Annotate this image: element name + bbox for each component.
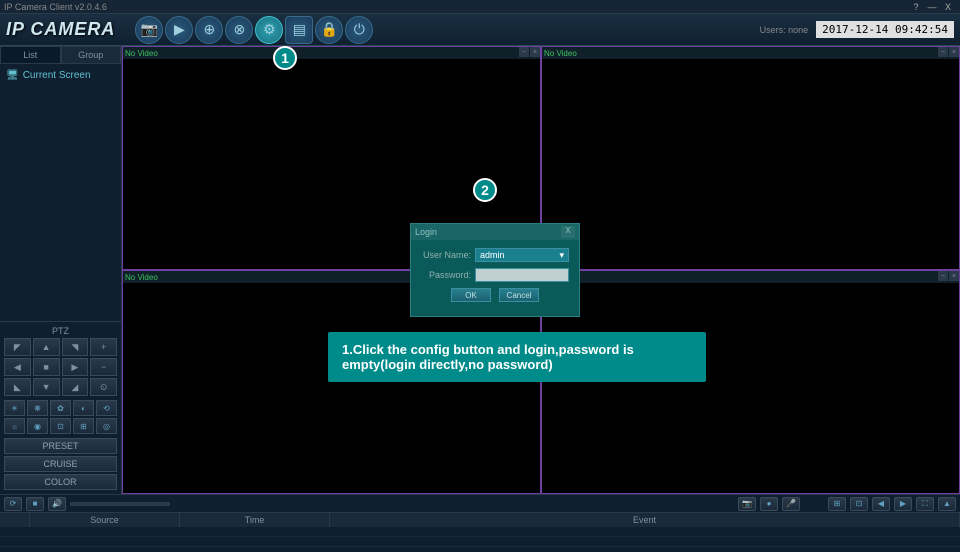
users-label: Users: none [760,25,809,35]
ptz-up-left[interactable]: ◤ [4,338,31,356]
tree-label: Current Screen [23,70,91,81]
pane-close-icon[interactable]: × [530,47,540,57]
ptz-up[interactable]: ▲ [33,338,60,356]
power-icon[interactable]: ⏻ [345,16,373,44]
sidebar: List Group 🖥 Current Screen PTZ ◤ ▲ ◥ + … [0,46,122,494]
ptz-title: PTZ [4,326,117,336]
bottom-panel: ⟳ ■ 🔊 📷 ● 🎤 ⊞ ⊡ ◀ ▶ ⛶ ▲ Source Time Even… [0,494,960,552]
talk-icon[interactable]: 🎤 [782,497,800,511]
func-9[interactable]: ⊞ [73,418,94,434]
ptz-zoom-out[interactable]: − [90,358,117,376]
ptz-down-right[interactable]: ◢ [62,378,89,396]
tab-list[interactable]: List [0,46,61,64]
func-3[interactable]: ✿ [50,400,71,416]
login-title: Login [415,227,437,237]
close-button[interactable]: X [940,2,956,12]
playback-bar: ⟳ ■ 🔊 📷 ● 🎤 ⊞ ⊡ ◀ ▶ ⛶ ▲ [0,495,960,513]
ptz-zoom-in[interactable]: + [90,338,117,356]
camera-icon[interactable]: 📷 [135,16,163,44]
snapshot-icon[interactable]: 📷 [738,497,756,511]
video-pane-2[interactable]: No Video −× [541,46,960,270]
app-name: IP Camera Client v2.0.4.6 [4,2,107,12]
cancel-button[interactable]: Cancel [499,288,539,302]
username-select[interactable]: admin▾ [475,248,569,262]
no-video-label: No Video [125,49,158,58]
func-6[interactable]: ☼ [4,418,25,434]
func-4[interactable]: ◐ [73,400,94,416]
log-icon[interactable]: ▤ [285,16,313,44]
ptz-stop[interactable]: ■ [33,358,60,376]
pane-close-icon[interactable]: × [949,47,959,57]
func-8[interactable]: ⊡ [50,418,71,434]
instruction-annotation: 1.Click the config button and login,pass… [328,332,706,382]
col-source: Source [30,513,180,527]
timestamp: 2017-12-14 09:42:54 [816,21,954,38]
collapse-icon[interactable]: ▲ [938,497,956,511]
lock-icon[interactable]: 🔒 [315,16,343,44]
func-1[interactable]: ☀ [4,400,25,416]
func-10[interactable]: ◎ [96,418,117,434]
event-table: Source Time Event [0,513,960,552]
ptz-panel: PTZ ◤ ▲ ◥ + ◀ ■ ▶ − ◣ ▼ ◢ ⊙ ☀ ❋ ✿ ◐ ⟲ [0,321,121,494]
titlebar: IP Camera Client v2.0.4.6 ? — X [0,0,960,14]
ptz-left[interactable]: ◀ [4,358,31,376]
stop-all-icon[interactable]: ■ [26,497,44,511]
help-button[interactable]: ? [908,2,924,12]
ptz-right[interactable]: ▶ [62,358,89,376]
config-icon[interactable]: ⚙ [255,16,283,44]
col-icon [0,513,30,527]
password-label: Password: [421,270,471,280]
header: IP CAMERA 📷 ▶ ⊕ ⊗ ⚙ ▤ 🔒 ⏻ Users: none 20… [0,14,960,46]
minimize-button[interactable]: — [924,2,940,12]
cruise-button[interactable]: CRUISE [4,456,117,472]
logo: IP CAMERA [6,19,115,40]
pane-min-icon[interactable]: − [519,47,529,57]
ptz-down[interactable]: ▼ [33,378,60,396]
refresh-icon[interactable]: ⟳ [4,497,22,511]
playback-icon[interactable]: ⊕ [195,16,223,44]
password-input[interactable] [475,268,569,282]
login-dialog: Login X User Name: admin▾ Password: OK C… [410,223,580,317]
tab-group[interactable]: Group [61,46,122,64]
func-5[interactable]: ⟲ [96,400,117,416]
video-pane-4[interactable]: No Video −× [541,270,960,494]
volume-icon[interactable]: 🔊 [48,497,66,511]
record-icon[interactable]: ● [760,497,778,511]
volume-slider[interactable] [70,502,170,506]
prev-page-icon[interactable]: ◀ [872,497,890,511]
no-video-label: No Video [125,273,158,282]
layout-1-icon[interactable]: ⊞ [828,497,846,511]
no-video-label: No Video [544,49,577,58]
annotation-badge-1: 1 [273,46,297,70]
preset-button[interactable]: PRESET [4,438,117,454]
table-row [0,537,960,547]
pane-close-icon[interactable]: × [949,271,959,281]
pane-min-icon[interactable]: − [938,271,948,281]
layout-4-icon[interactable]: ⊡ [850,497,868,511]
func-7[interactable]: ◉ [27,418,48,434]
next-page-icon[interactable]: ▶ [894,497,912,511]
username-label: User Name: [421,250,471,260]
fullscreen-icon[interactable]: ⛶ [916,497,934,511]
color-button[interactable]: COLOR [4,474,117,490]
ptz-up-right[interactable]: ◥ [62,338,89,356]
tree-item-current-screen[interactable]: 🖥 Current Screen [4,68,117,83]
device-tree: 🖥 Current Screen [0,64,121,321]
play-icon[interactable]: ▶ [165,16,193,44]
col-time: Time [180,513,330,527]
screen-icon: 🖥 [6,70,19,81]
toolbar: 📷 ▶ ⊕ ⊗ ⚙ ▤ 🔒 ⏻ [135,16,373,44]
table-row [0,527,960,537]
remote-icon[interactable]: ⊗ [225,16,253,44]
func-2[interactable]: ❋ [27,400,48,416]
login-close-icon[interactable]: X [561,226,575,238]
ptz-focus[interactable]: ⊙ [90,378,117,396]
col-event: Event [330,513,960,527]
pane-min-icon[interactable]: − [938,47,948,57]
ok-button[interactable]: OK [451,288,491,302]
ptz-down-left[interactable]: ◣ [4,378,31,396]
annotation-badge-2: 2 [473,178,497,202]
